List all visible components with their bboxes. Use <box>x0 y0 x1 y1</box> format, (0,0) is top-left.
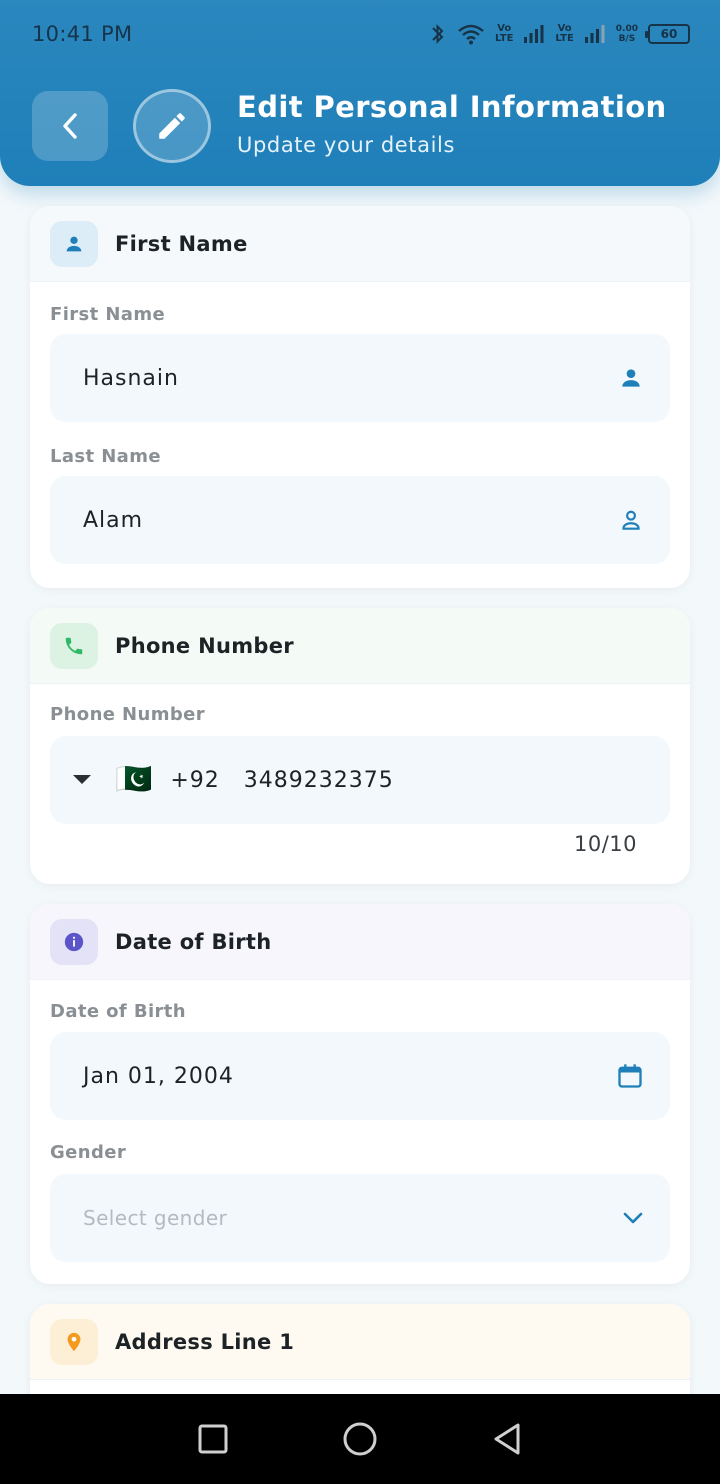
gender-label: Gender <box>50 1142 127 1163</box>
last-name-field[interactable]: Alam <box>50 476 670 564</box>
status-icons: Vo LTE Vo LTE 0.00 B/S 60 <box>429 22 690 46</box>
name-card-icon-box <box>50 220 98 267</box>
last-name-label: Last Name <box>50 446 161 467</box>
address-card-title: Address Line 1 <box>115 1329 295 1354</box>
app-header: 10:41 PM Vo LTE Vo LTE 0.00 B/S 60 Edit … <box>0 0 720 186</box>
status-time: 10:41 PM <box>32 22 133 46</box>
dob-field[interactable]: Jan 01, 2004 <box>50 1032 670 1120</box>
signal-icon-1 <box>524 25 544 43</box>
phone-icon <box>65 637 83 654</box>
address-card-icon-box <box>50 1318 98 1365</box>
calendar-icon[interactable] <box>616 1062 644 1090</box>
address-card-header: Address Line 1 <box>30 1304 690 1380</box>
back-triangle-icon[interactable] <box>492 1423 522 1455</box>
location-pin-icon <box>67 1332 81 1351</box>
phone-card-title: Phone Number <box>115 633 294 658</box>
person-outline-icon <box>622 510 640 530</box>
phone-card: Phone Number Phone Number 🇵🇰 +92 3489232… <box>30 608 690 884</box>
volte-indicator-2: Vo LTE <box>555 23 574 44</box>
dob-card-icon-box <box>50 918 98 965</box>
edit-avatar <box>133 89 211 163</box>
dob-card: Date of Birth Date of Birth Jan 01, 2004… <box>30 904 690 1284</box>
system-nav-bar <box>0 1394 720 1484</box>
country-flag[interactable]: 🇵🇰 <box>115 765 152 795</box>
gender-select[interactable]: Select gender <box>50 1174 670 1262</box>
name-card-title: First Name <box>115 231 248 256</box>
page-subtitle: Update your details <box>237 133 455 157</box>
signal-icon-2 <box>584 25 605 43</box>
dial-code: +92 <box>170 767 220 793</box>
battery-icon: 60 <box>645 24 690 44</box>
volte-indicator-1: Vo LTE <box>495 23 514 44</box>
dob-card-title: Date of Birth <box>115 929 272 954</box>
dob-card-header: Date of Birth <box>30 904 690 980</box>
phone-card-header: Phone Number <box>30 608 690 684</box>
first-name-field[interactable]: Hasnain <box>50 334 670 422</box>
chevron-left-icon <box>63 113 77 139</box>
name-card: First Name First Name Hasnain Last Name … <box>30 206 690 588</box>
gender-placeholder: Select gender <box>83 1206 228 1230</box>
dob-label: Date of Birth <box>50 1001 187 1022</box>
chevron-down-icon <box>623 1212 643 1224</box>
first-name-value: Hasnain <box>83 365 179 391</box>
status-bar: 10:41 PM Vo LTE Vo LTE 0.00 B/S 60 <box>0 0 720 68</box>
page-title: Edit Personal Information <box>237 90 667 124</box>
phone-card-icon-box <box>50 622 98 669</box>
phone-label: Phone Number <box>50 704 206 725</box>
bluetooth-icon <box>432 24 444 44</box>
dropdown-caret-icon[interactable] <box>72 774 92 786</box>
info-icon <box>64 932 84 951</box>
home-circle-icon[interactable] <box>343 1422 377 1456</box>
person-icon <box>66 236 82 251</box>
first-name-label: First Name <box>50 304 166 325</box>
phone-char-counter: 10/10 <box>573 832 637 856</box>
name-card-header: First Name <box>30 206 690 282</box>
recents-square-icon[interactable] <box>198 1424 228 1454</box>
net-speed: 0.00 B/S <box>615 24 638 44</box>
phone-field[interactable]: 🇵🇰 +92 3489232375 <box>50 736 670 824</box>
back-button[interactable] <box>32 91 108 161</box>
dob-value: Jan 01, 2004 <box>83 1063 234 1089</box>
person-filled-icon <box>622 369 640 387</box>
pencil-icon <box>159 113 185 139</box>
last-name-value: Alam <box>83 507 144 533</box>
phone-number-value: 3489232375 <box>243 767 394 793</box>
wifi-icon <box>458 24 484 45</box>
